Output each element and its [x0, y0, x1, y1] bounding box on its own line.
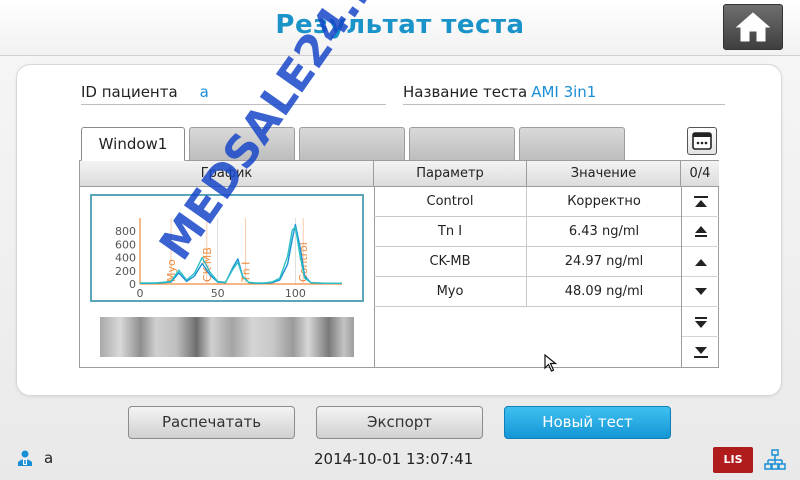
- column-header-graph: График: [80, 161, 374, 187]
- arrow-up-icon: [694, 258, 707, 266]
- row-parameter: Myo: [374, 277, 527, 307]
- page-up-icon: [694, 225, 707, 237]
- test-name-field: Название теста AMI 3in1: [403, 83, 725, 105]
- last-page-icon: [693, 347, 708, 358]
- first-page-icon: [693, 195, 708, 207]
- row-parameter: Tn I: [374, 217, 527, 247]
- page-navigation: [681, 187, 719, 368]
- scroll-down-button[interactable]: [682, 277, 719, 307]
- row-value: 48.09 ng/ml: [564, 284, 644, 299]
- column-header-parameter: Параметр: [374, 161, 527, 187]
- result-graph: 0 200 400 600 800 0 50 100 Myo CK-MB Tn I Control: [90, 194, 364, 302]
- date-time: 2014-10-01 13:07:41: [314, 450, 474, 468]
- graph-plot: 02004006008000 50 100Myo CK-MB Tn I Control: [115, 218, 342, 300]
- previous-section-button[interactable]: [682, 217, 719, 247]
- page-indicator: 0/4: [681, 161, 719, 187]
- y-tick-label: 600: [115, 238, 136, 251]
- header-bar: Результат теста: [0, 0, 800, 56]
- home-icon: [735, 12, 771, 42]
- test-name-value: AMI 3in1: [531, 83, 597, 101]
- page-down-icon: [694, 316, 707, 328]
- scroll-up-button[interactable]: [682, 247, 719, 277]
- export-button[interactable]: Экспорт: [316, 406, 483, 439]
- arrow-down-icon: [694, 287, 707, 295]
- row-parameter: Control: [374, 187, 527, 217]
- table-row[interactable]: Tn I 6.43 ng/ml: [374, 217, 681, 247]
- last-page-button[interactable]: [682, 337, 719, 367]
- mouse-cursor-icon: [544, 354, 558, 372]
- window-menu-button[interactable]: [687, 127, 717, 155]
- network-icon[interactable]: [764, 449, 786, 471]
- first-page-button[interactable]: [682, 187, 719, 217]
- x-tick-label: 0: [137, 287, 144, 300]
- page-title: Результат теста: [275, 10, 525, 40]
- y-tick-label: 800: [115, 225, 136, 238]
- row-value: 24.97 ng/ml: [564, 254, 644, 269]
- row-value: Корректно: [567, 194, 641, 209]
- tab-window3[interactable]: [299, 127, 405, 161]
- table-row[interactable]: Control Корректно: [374, 187, 681, 217]
- table-row[interactable]: Myo 48.09 ng/ml: [374, 277, 681, 307]
- results-table: График Параметр Значение 0/4 Control Кор…: [79, 160, 719, 368]
- patient-id-value: a: [199, 83, 209, 101]
- y-tick-label: 0: [129, 278, 136, 291]
- tab-window5[interactable]: [519, 127, 625, 161]
- tab-window4[interactable]: [409, 127, 515, 161]
- result-panel: ID пациента a Название теста AMI 3in1 Wind…: [16, 64, 782, 396]
- user-icon: [18, 450, 32, 466]
- tab-window1[interactable]: Window1: [81, 127, 185, 161]
- patient-id-label: ID пациента: [81, 83, 178, 101]
- row-parameter: CK-MB: [374, 247, 527, 277]
- row-value: 6.43 ng/ml: [568, 224, 640, 239]
- current-user: a: [16, 449, 53, 467]
- x-tick-label: 50: [211, 287, 225, 300]
- y-tick-label: 400: [115, 252, 136, 265]
- column-header-value: Значение: [527, 161, 681, 187]
- window-icon: [692, 132, 712, 150]
- y-tick-label: 200: [115, 265, 136, 278]
- tab-window2[interactable]: [189, 127, 295, 161]
- user-name: a: [44, 449, 54, 467]
- home-button[interactable]: [723, 4, 783, 50]
- test-name-label: Название теста: [403, 83, 528, 101]
- x-tick-label: 100: [285, 287, 306, 300]
- next-section-button[interactable]: [682, 307, 719, 337]
- lis-status-button[interactable]: LIS: [713, 447, 753, 473]
- test-strip-image: [100, 317, 354, 357]
- patient-id-field: ID пациента a: [81, 83, 386, 105]
- table-row[interactable]: CK-MB 24.97 ng/ml: [374, 247, 681, 277]
- annotation-label: Myo: [165, 259, 178, 282]
- print-button[interactable]: Распечатать: [128, 406, 295, 439]
- new-test-button[interactable]: Новый тест: [504, 406, 671, 439]
